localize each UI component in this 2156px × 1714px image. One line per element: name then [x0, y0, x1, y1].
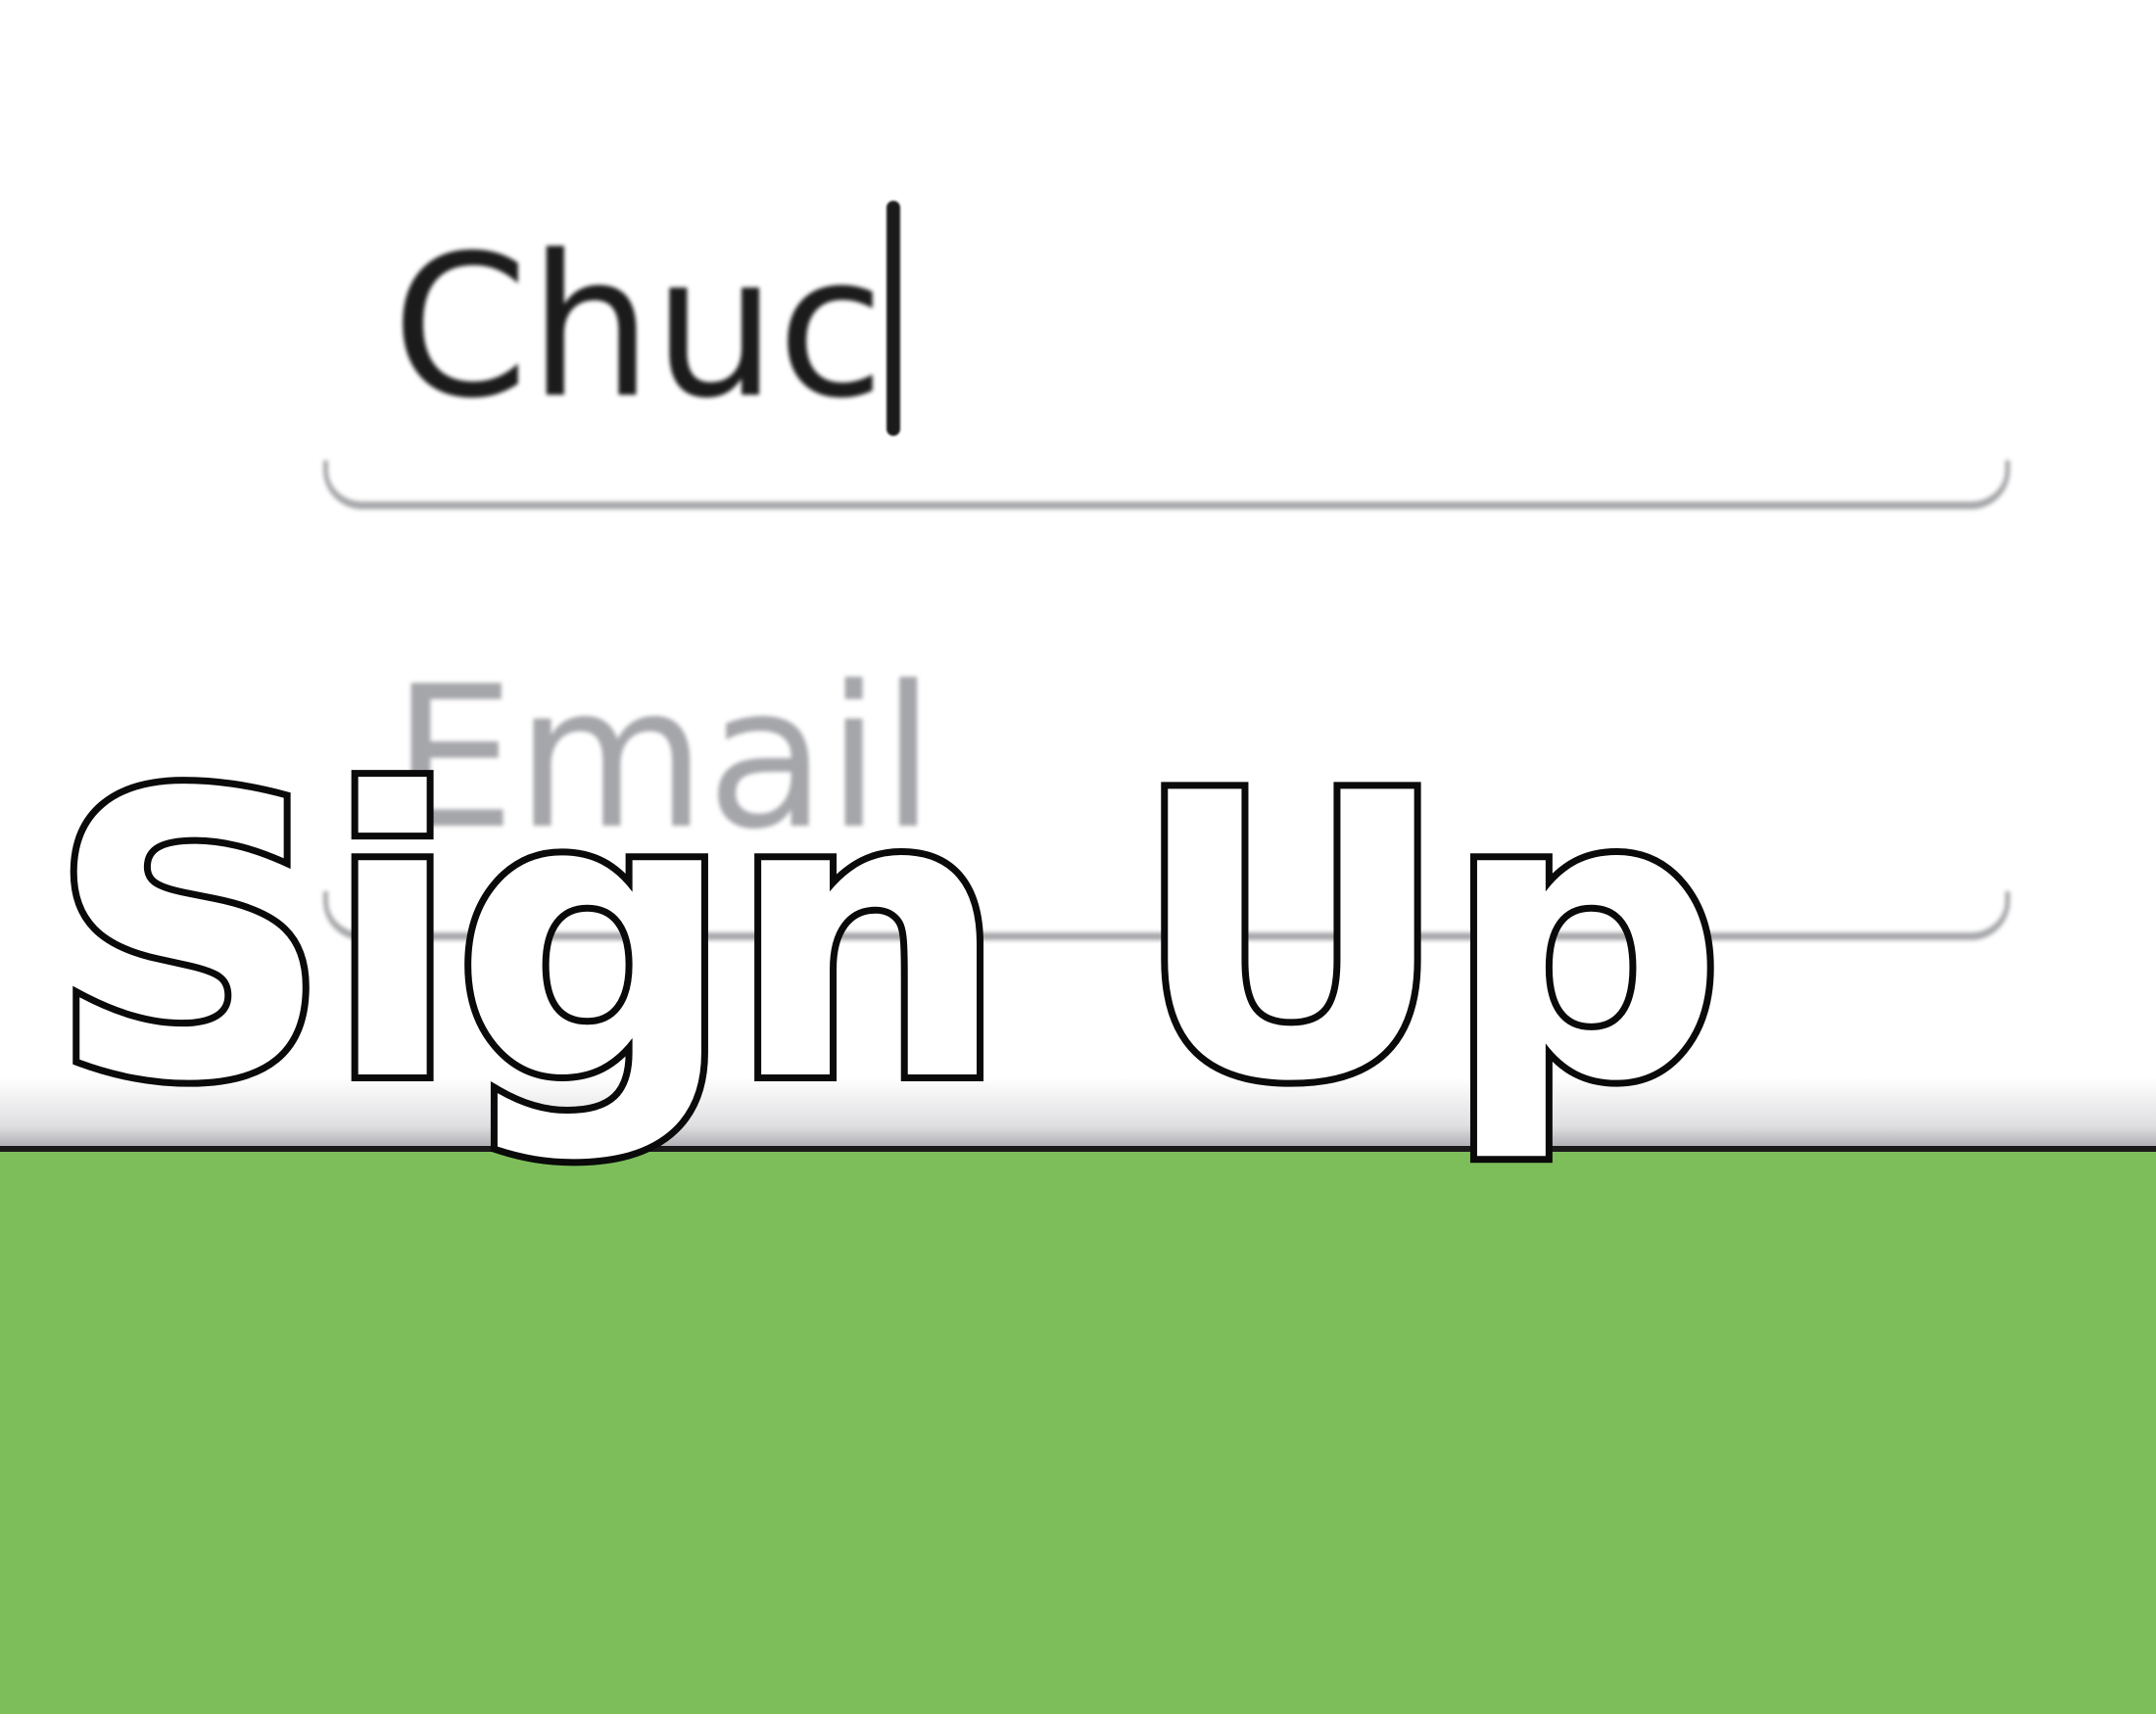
name-field-content: Chuc: [392, 201, 901, 442]
name-field-underline: [323, 460, 2010, 509]
text-cursor: [886, 201, 901, 436]
name-field[interactable]: Chuc: [323, 201, 2010, 509]
bottom-green-bar: [0, 1146, 2156, 1714]
sign-up-overlay-title: Sign Up: [42, 712, 1732, 1167]
name-input-value: Chuc: [392, 214, 886, 442]
